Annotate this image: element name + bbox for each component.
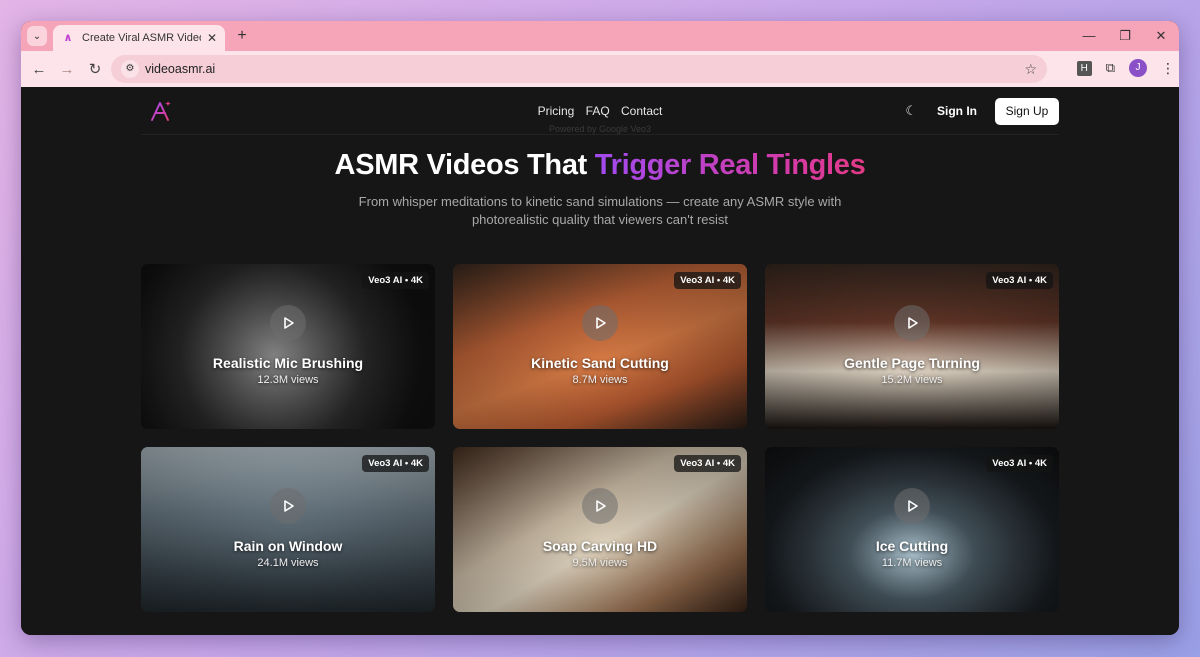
forward-button[interactable]: → <box>53 61 81 78</box>
video-card-ice-cutting[interactable]: Veo3 AI • 4K Ice Cutting 11.7M views <box>765 447 1059 612</box>
back-button[interactable]: ← <box>25 61 53 78</box>
hero-subtitle: From whisper meditations to kinetic sand… <box>358 194 842 227</box>
quality-badge: Veo3 AI • 4K <box>674 272 741 289</box>
site-header: Pricing FAQ Contact Powered by Google Ve… <box>141 87 1059 135</box>
quality-badge: Veo3 AI • 4K <box>986 455 1053 472</box>
web-page: Pricing FAQ Contact Powered by Google Ve… <box>21 87 1179 635</box>
nav-pricing-link[interactable]: Pricing <box>538 104 575 118</box>
video-views: 15.2M views <box>881 374 943 386</box>
hero-title: ASMR Videos That Trigger Real Tingles <box>21 149 1179 182</box>
url-text[interactable]: videoasmr.ai <box>145 62 1024 76</box>
hero-title-gradient: Trigger Real Tingles <box>594 149 866 181</box>
browser-tab[interactable]: ∧ Create Viral ASMR Videos with G ✕ <box>53 25 225 51</box>
tab-title: Create Viral ASMR Videos with G <box>82 32 201 44</box>
video-title: Realistic Mic Brushing <box>212 355 364 371</box>
browser-menu-icon[interactable]: ⋮ <box>1161 60 1175 77</box>
site-favicon-icon: ∧ <box>63 32 73 44</box>
video-title: Kinetic Sand Cutting <box>531 355 669 371</box>
play-icon[interactable] <box>894 305 930 341</box>
main-nav: Pricing FAQ Contact <box>141 104 1059 118</box>
video-grid: Veo3 AI • 4K Realistic Mic Brushing 12.3… <box>141 264 1059 612</box>
video-title: Rain on Window <box>233 538 343 554</box>
video-title: Gentle Page Turning <box>844 355 980 371</box>
video-views: 24.1M views <box>257 557 319 569</box>
video-card-mic-brushing[interactable]: Veo3 AI • 4K Realistic Mic Brushing 12.3… <box>141 264 435 429</box>
hero-title-plain: ASMR Videos That <box>334 149 595 181</box>
play-icon[interactable] <box>582 305 618 341</box>
window-controls: — ❐ ✕ <box>1071 21 1179 51</box>
play-icon[interactable] <box>894 488 930 524</box>
video-title: Ice Cutting <box>875 538 949 554</box>
video-card-soap-carving[interactable]: Veo3 AI • 4K Soap Carving HD 9.5M views <box>453 447 747 612</box>
video-card-rain-window[interactable]: Veo3 AI • 4K Rain on Window 24.1M views <box>141 447 435 612</box>
powered-by-text: Powered by Google Veo3 <box>548 124 652 134</box>
browser-window: ⌄ ∧ Create Viral ASMR Videos with G ✕ + … <box>21 21 1179 635</box>
tab-strip: ⌄ ∧ Create Viral ASMR Videos with G ✕ + … <box>21 21 1179 51</box>
extensions-puzzle-icon[interactable]: ⧉ <box>1106 60 1115 76</box>
play-icon[interactable] <box>582 488 618 524</box>
theme-toggle-moon-icon[interactable]: ☾ <box>905 103 917 119</box>
extension-h-icon[interactable]: H <box>1076 60 1092 76</box>
video-views: 11.7M views <box>881 557 943 569</box>
profile-avatar[interactable]: J <box>1129 59 1147 77</box>
video-card-page-turning[interactable]: Veo3 AI • 4K Gentle Page Turning 15.2M v… <box>765 264 1059 429</box>
nav-contact-link[interactable]: Contact <box>621 104 662 118</box>
tab-search-button[interactable]: ⌄ <box>27 26 47 46</box>
address-bar[interactable]: ⚙ videoasmr.ai ☆ <box>111 55 1047 83</box>
sign-up-button[interactable]: Sign Up <box>995 98 1059 125</box>
quality-badge: Veo3 AI • 4K <box>674 455 741 472</box>
play-icon[interactable] <box>270 488 306 524</box>
quality-badge: Veo3 AI • 4K <box>986 272 1053 289</box>
browser-toolbar: ← → ↻ ⚙ videoasmr.ai ☆ H ⧉ J ⋮ <box>21 51 1179 87</box>
minimize-button[interactable]: — <box>1071 21 1107 51</box>
quality-badge: Veo3 AI • 4K <box>362 455 429 472</box>
site-info-icon[interactable]: ⚙ <box>121 60 139 78</box>
quality-badge: Veo3 AI • 4K <box>362 272 429 289</box>
new-tab-button[interactable]: + <box>233 27 251 45</box>
play-icon[interactable] <box>270 305 306 341</box>
restore-button[interactable]: ❐ <box>1107 21 1143 51</box>
close-window-button[interactable]: ✕ <box>1143 21 1179 51</box>
video-views: 12.3M views <box>257 374 319 386</box>
video-title: Soap Carving HD <box>542 538 658 554</box>
reload-button[interactable]: ↻ <box>81 60 109 78</box>
sign-in-button[interactable]: Sign In <box>937 104 977 118</box>
nav-faq-link[interactable]: FAQ <box>586 104 610 118</box>
video-views: 8.7M views <box>572 374 628 386</box>
bookmark-star-icon[interactable]: ☆ <box>1024 61 1037 78</box>
close-tab-icon[interactable]: ✕ <box>207 31 217 45</box>
video-views: 9.5M views <box>572 557 628 569</box>
video-card-sand-cutting[interactable]: Veo3 AI • 4K Kinetic Sand Cutting 8.7M v… <box>453 264 747 429</box>
